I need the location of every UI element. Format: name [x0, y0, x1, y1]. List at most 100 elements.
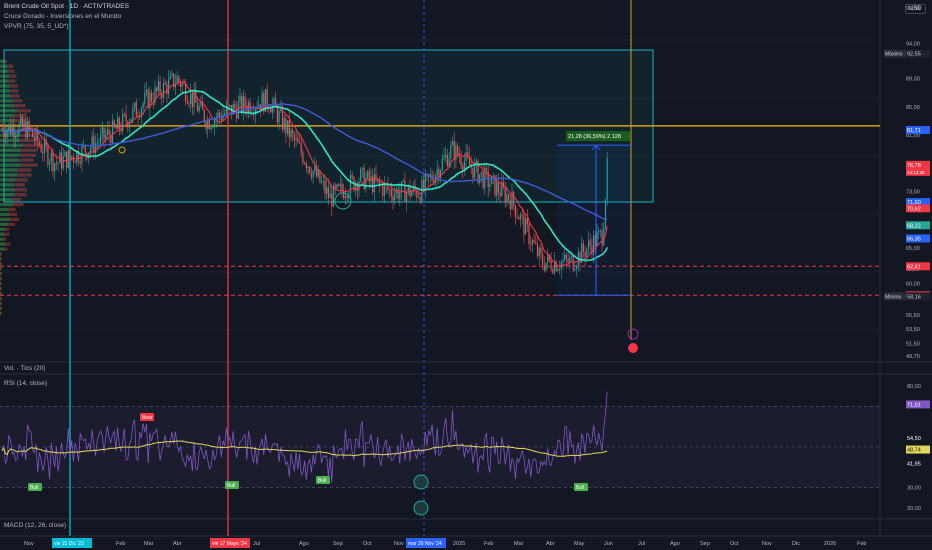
candle-body: [96, 142, 98, 144]
candle-body: [536, 243, 539, 256]
candle-body: [479, 174, 481, 183]
candle-body: [451, 141, 454, 146]
volume-profile-bar-down: [1, 301, 2, 306]
time-axis-label: Abr: [546, 541, 555, 547]
currency-button[interactable]: USD: [905, 4, 926, 14]
candle-body: [458, 155, 460, 158]
candle-body: [71, 156, 73, 158]
candle-body: [183, 83, 185, 85]
candle-body: [474, 163, 476, 178]
macd-panel-title[interactable]: MACD (12, 26, close): [4, 522, 66, 529]
volume-panel-title[interactable]: Vol. · Tics (20): [4, 365, 46, 372]
candle-body: [441, 158, 443, 171]
time-highlight-label: vie 15 Dic '23: [54, 541, 84, 547]
volume-profile-bar-up: [0, 306, 2, 311]
candle-body: [496, 181, 498, 196]
header-indicator-golden-cross[interactable]: Cruce Dorado - Inversiones en el Mundo: [4, 13, 121, 20]
time-axis-label: Sep: [333, 541, 343, 547]
candle-body: [132, 107, 134, 119]
time-highlight-label: vie 17 Mayo '24: [212, 541, 247, 547]
candle-body: [465, 152, 467, 162]
candle-body: [244, 96, 246, 108]
volume-profile-bar-up: [0, 277, 2, 281]
candle-body: [224, 113, 226, 115]
rsi-signal-label: Bull: [30, 485, 38, 491]
price-tick-label: 51,50: [906, 341, 920, 347]
candle-body: [485, 168, 488, 171]
candle-body: [4, 133, 6, 138]
candle-body: [91, 136, 93, 149]
candle-body: [234, 104, 236, 109]
candle-body: [300, 142, 302, 153]
candle-body: [450, 145, 452, 159]
candle-body: [164, 82, 166, 85]
candle-body: [83, 145, 85, 147]
time-axis-label: Ago: [299, 541, 309, 547]
candle-body: [297, 138, 299, 143]
candle-body: [55, 163, 57, 165]
rsi-badge-value: 54,50: [907, 436, 921, 442]
time-axis-label: Jun: [604, 541, 613, 547]
candle-body: [421, 179, 423, 203]
candle-body: [50, 152, 52, 163]
candle-body: [533, 239, 535, 243]
candle-body: [305, 163, 307, 168]
volume-profile-bar-up: [0, 202, 14, 207]
candle-body: [57, 162, 59, 165]
rsi-badge-value: 41,95: [907, 461, 921, 467]
candle-body: [390, 189, 392, 197]
earnings-icon: [628, 343, 638, 353]
candle-body: [188, 103, 190, 105]
volume-profile-bar-up: [0, 311, 2, 315]
candle-body: [23, 121, 25, 127]
time-axis-label: Jul: [638, 541, 645, 547]
candle-body: [285, 118, 287, 134]
candle-body: [307, 166, 309, 168]
candle-body: [186, 101, 188, 104]
candle-body: [64, 151, 66, 157]
candle-body: [98, 142, 100, 144]
candle-body: [392, 196, 394, 201]
candle-body: [89, 148, 91, 153]
candle-body: [550, 260, 552, 270]
rsi-panel-title[interactable]: RSI (14, close): [4, 380, 47, 387]
price-badge-value: 66,35: [907, 236, 921, 242]
candle-body: [472, 167, 474, 178]
candle-body: [118, 117, 120, 129]
price-tick-label: 53,50: [906, 327, 920, 333]
time-axis-label: Mar: [514, 541, 524, 547]
time-axis-label: Feb: [484, 541, 493, 547]
candle-body: [105, 134, 107, 139]
price-badge-value: 92,55: [907, 52, 921, 58]
countdown-label: 14:12:36: [907, 170, 925, 175]
candle-body: [523, 214, 525, 235]
candle-body: [518, 217, 520, 220]
candle-body: [196, 102, 199, 112]
price-tick-label: 65,00: [906, 246, 920, 252]
candle-body: [463, 161, 465, 170]
candle-body: [9, 124, 12, 134]
measure-area: [557, 145, 631, 296]
candle-body: [212, 127, 214, 129]
candle-body: [169, 75, 171, 80]
candle-body: [49, 162, 51, 165]
candle-body: [525, 218, 527, 235]
volume-profile-bar-down: [1, 277, 2, 281]
candle-body: [455, 145, 457, 161]
candle-body: [375, 174, 377, 181]
trading-chart[interactable]: 21,28 (36,59%) 2.12899,0094,0089,0085,00…: [0, 0, 932, 550]
candle-body: [499, 192, 501, 196]
candle-body: [20, 117, 22, 125]
volume-profile-bar-up: [0, 212, 10, 217]
volume-profile-bar-down: [1, 272, 2, 276]
header-indicator-vpvr[interactable]: VPVR (75, 35, 5_UD*): [4, 23, 69, 30]
rsi-signal-label: Bull: [318, 478, 326, 484]
candle-body: [538, 247, 540, 256]
candle-body: [93, 136, 95, 153]
volume-profile-bar-up: [0, 291, 2, 296]
candle-body: [310, 173, 312, 178]
time-axis-label: Ago: [670, 541, 680, 547]
rsi-tick-label: 20,00: [907, 506, 921, 512]
measure-label: 21,28 (36,59%) 2.128: [568, 134, 621, 140]
candle-body: [32, 130, 34, 137]
